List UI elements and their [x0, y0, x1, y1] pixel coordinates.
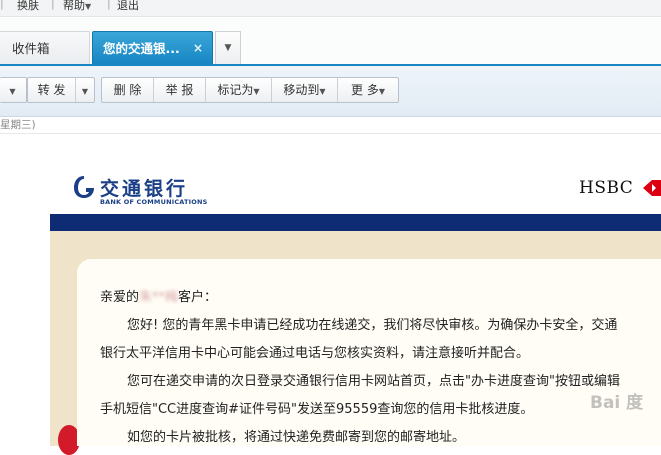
bank-name-cn: 交通银行	[100, 178, 189, 200]
chevron-down-icon: ▼	[253, 87, 260, 96]
more-label: 更 多	[351, 83, 379, 97]
reply-dropdown-button[interactable]: ▼	[0, 78, 25, 102]
tab-inbox-label: 收件箱	[12, 41, 50, 56]
paragraph-1-line-1: 您好! 您的青年黑卡申请已经成功在线递交，我们将尽快审核。为确保办卡安全，交通	[127, 318, 618, 333]
tab-strip: 收件箱 您的交通银... × ▼	[0, 17, 661, 65]
greeting-suffix: 客户：	[178, 290, 218, 305]
redacted-name: 朱**梅	[139, 290, 179, 305]
separator: |	[107, 0, 111, 10]
tab-email-active[interactable]: 您的交通银... ×	[92, 31, 213, 64]
paragraph-1-line-2: 银行太平洋信用卡中心可能会通过电话与您核实资料，请注意接听并配合。	[100, 346, 530, 361]
report-button[interactable]: 举 报	[154, 78, 206, 102]
mail-date: 星期三)	[0, 119, 36, 131]
close-icon[interactable]: ×	[193, 32, 203, 65]
separator: |	[51, 0, 55, 10]
forward-dropdown-button[interactable]: ▼	[76, 78, 94, 102]
header-band	[50, 214, 661, 231]
bocom-logo-icon	[74, 176, 94, 198]
paragraph-3-line-1: 如您的卡片被批核，将通过快递免费邮寄到您的邮寄地址。	[127, 430, 466, 445]
mark-as-button[interactable]: 标记为▼	[206, 78, 272, 102]
forward-group: 转 发 ▼	[27, 77, 95, 103]
skin-link[interactable]: 换肤	[17, 0, 39, 13]
action-group: 删 除 举 报 标记为▼ 移动到▼ 更 多▼	[101, 77, 399, 103]
top-link-bar: | 换肤 | 帮助▼ | 退出	[0, 0, 661, 17]
tab-inbox[interactable]: 收件箱	[0, 31, 90, 64]
watermark: Bai 度	[590, 393, 644, 413]
move-to-label: 移动到	[283, 83, 320, 97]
paragraph-2-line-2: 手机短信"CC进度查询#证件号码"发送至95559查询您的信用卡批核进度。	[100, 402, 534, 417]
bank-name-en: BANK OF COMMUNICATIONS	[100, 198, 208, 206]
chevron-down-icon: ▼	[378, 87, 385, 96]
mark-as-label: 标记为	[217, 83, 254, 97]
chevron-down-icon: ▼	[81, 87, 89, 96]
forward-button[interactable]: 转 发	[28, 78, 76, 102]
chevron-down-icon: ▼	[224, 43, 232, 53]
delete-button[interactable]: 删 除	[102, 78, 154, 102]
reply-group: ▼	[0, 77, 27, 103]
tab-email-label: 您的交通银...	[103, 41, 180, 56]
logout-link[interactable]: 退出	[117, 0, 139, 13]
tab-list-dropdown[interactable]: ▼	[215, 31, 241, 64]
partner-logo-text: HSBC	[579, 178, 634, 198]
help-link[interactable]: 帮助▼	[63, 0, 91, 13]
chevron-down-icon: ▼	[319, 87, 326, 96]
email-body: 交通银行 BANK OF COMMUNICATIONS HSBC 亲爱的朱**梅…	[0, 134, 661, 455]
hsbc-hexagon-icon	[643, 180, 661, 196]
more-button[interactable]: 更 多▼	[338, 78, 398, 102]
move-to-button[interactable]: 移动到▼	[272, 78, 338, 102]
paragraph-2-line-1: 您可在递交申请的次日登录交通银行信用卡网站首页，点击"办卡进度查询"按钮或编辑	[127, 374, 620, 389]
mail-toolbar: ▼ 转 发 ▼ 删 除 举 报 标记为▼ 移动到▼ 更 多▼	[0, 66, 661, 117]
separator: |	[0, 0, 4, 10]
greeting-prefix: 亲爱的	[100, 290, 140, 305]
chevron-down-icon: ▼	[9, 87, 16, 96]
chevron-down-icon: ▼	[85, 2, 92, 11]
greeting: 亲爱的朱**梅客户：	[100, 286, 217, 305]
help-link-label: 帮助	[63, 0, 85, 12]
